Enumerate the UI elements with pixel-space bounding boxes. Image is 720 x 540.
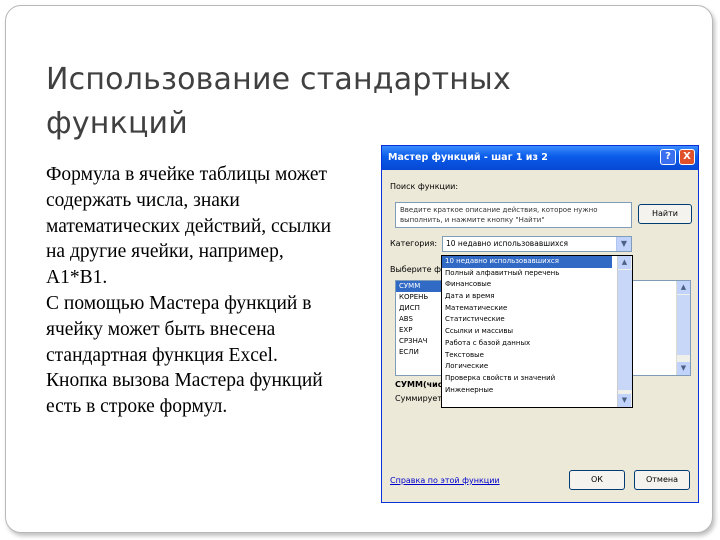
category-option[interactable]: Проверка свойств и значений <box>442 373 612 385</box>
function-list-scrollbar[interactable]: ▲ ▼ <box>676 281 690 375</box>
scroll-up-icon[interactable]: ▲ <box>618 256 631 269</box>
category-option[interactable]: Полный алфавитный перечень <box>442 268 612 280</box>
cancel-button[interactable]: Отмена <box>634 470 690 490</box>
close-button[interactable]: X <box>679 149 695 165</box>
function-wizard-dialog: Мастер функций - шаг 1 из 2 ? X Поиск фу… <box>381 145 699 503</box>
category-option[interactable]: Финансовые <box>442 279 612 291</box>
category-label: Категория: <box>390 239 438 248</box>
slide-title: Использование стандартных функций <box>46 62 511 141</box>
chevron-down-icon[interactable]: ▼ <box>616 237 631 251</box>
scroll-thumb[interactable] <box>677 295 690 355</box>
category-option[interactable]: Ссылки и массивы <box>442 326 612 338</box>
dialog-title: Мастер функций - шаг 1 из 2 <box>388 152 548 163</box>
category-option[interactable]: Текстовые <box>442 350 612 362</box>
search-input[interactable]: Введите краткое описание действия, котор… <box>395 202 632 228</box>
dialog-titlebar[interactable]: Мастер функций - шаг 1 из 2 ? X <box>382 146 698 170</box>
category-select-value: 10 недавно использовавшихся <box>446 239 569 248</box>
help-button[interactable]: ? <box>660 149 676 165</box>
body-paragraph: Кнопка вызова Мастера функций есть в стр… <box>46 370 323 418</box>
category-option[interactable]: Дата и время <box>442 291 612 303</box>
scroll-thumb[interactable] <box>618 270 632 390</box>
body-paragraph: Формула в ячейке таблицы может содержать… <box>46 164 332 289</box>
search-label: Поиск функции: <box>390 182 459 191</box>
list-item[interactable]: СУММ <box>396 281 441 292</box>
slide-body: Формула в ячейке таблицы может содержать… <box>46 162 346 420</box>
select-function-label: Выберите фу <box>390 265 446 274</box>
scroll-down-icon[interactable]: ▼ <box>618 394 631 407</box>
find-button[interactable]: Найти <box>638 204 692 224</box>
category-dropdown-scrollbar[interactable]: ▲ ▼ <box>617 256 632 407</box>
category-option[interactable]: Инженерные <box>442 385 612 397</box>
scroll-up-icon[interactable]: ▲ <box>677 281 690 294</box>
function-syntax: СУММ(чис <box>395 380 443 389</box>
help-link[interactable]: Справка по этой функции <box>390 476 500 485</box>
category-dropdown[interactable]: 10 недавно использовавшихся Полный алфав… <box>441 255 633 408</box>
ok-button[interactable]: ОК <box>569 470 625 490</box>
category-option[interactable]: Математические <box>442 303 612 315</box>
category-select[interactable]: 10 недавно использовавшихся ▼ <box>442 236 632 252</box>
body-paragraph: С помощью Мастера функций в ячейку может… <box>46 292 312 366</box>
scroll-down-icon[interactable]: ▼ <box>677 362 690 375</box>
category-option[interactable]: Статистические <box>442 314 612 326</box>
category-option[interactable]: 10 недавно использовавшихся <box>442 256 612 268</box>
category-option[interactable]: Логические <box>442 361 612 373</box>
category-option[interactable]: Работа с базой данных <box>442 338 612 350</box>
